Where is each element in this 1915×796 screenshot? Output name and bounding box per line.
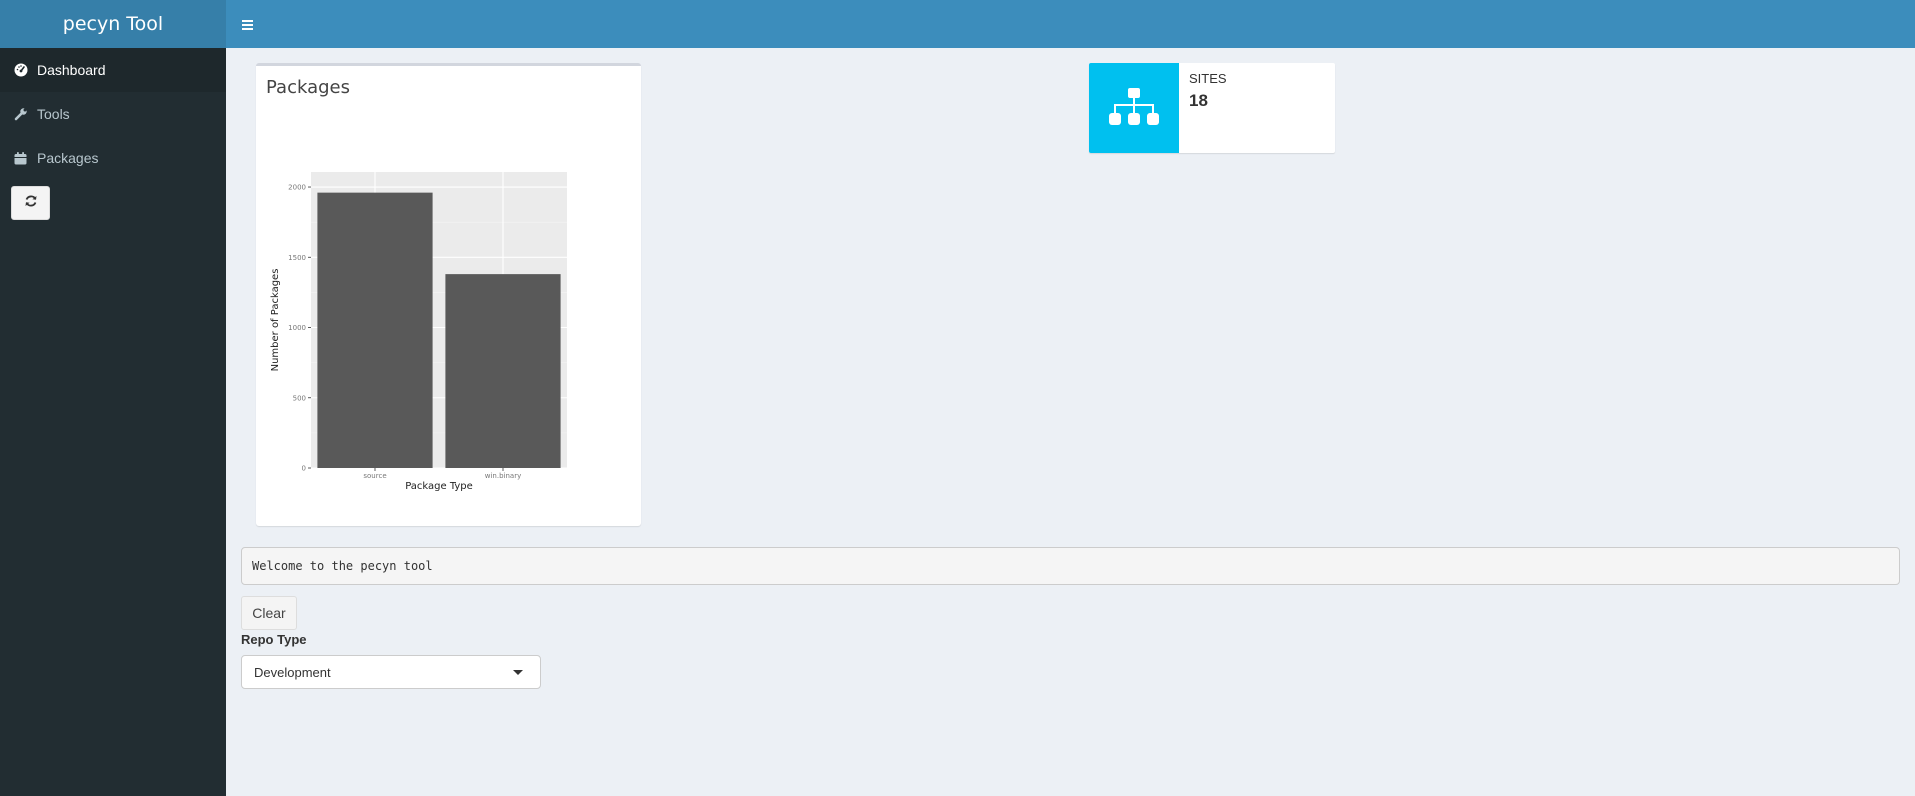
sites-count: 18 <box>1189 91 1208 110</box>
chart-bar <box>445 274 561 468</box>
packages-box-title: Packages <box>266 77 350 98</box>
y-tick-label: 500 <box>293 394 306 402</box>
chevron-down-icon <box>513 670 523 675</box>
y-tick-label: 2000 <box>288 184 306 192</box>
sidebar-item-dashboard[interactable]: Dashboard <box>0 48 226 92</box>
sidebar-item-packages[interactable]: Packages <box>0 136 226 180</box>
x-axis-label: Package Type <box>405 481 473 492</box>
sidebar-toggle-button[interactable] <box>226 0 268 48</box>
sites-info-box: SITES 18 <box>1089 63 1335 153</box>
packages-box: Packages 0 500 1000 1500 2000 source win.binar… <box>256 63 641 526</box>
top-navbar <box>226 0 1915 48</box>
calendar-icon <box>0 151 37 165</box>
sidebar-item-label: Tools <box>37 106 70 122</box>
clear-button[interactable]: Clear <box>241 596 297 630</box>
sidebar-item-tools[interactable]: Tools <box>0 92 226 136</box>
sidebar-item-label: Packages <box>37 150 99 166</box>
refresh-icon <box>24 194 38 213</box>
hamburger-icon <box>241 19 253 30</box>
sites-label: SITES <box>1189 71 1227 86</box>
y-axis-label: Number of Packages <box>270 269 281 372</box>
y-tick-label: 1000 <box>288 324 306 332</box>
y-tick-label: 1500 <box>288 254 306 262</box>
repo-type-select[interactable]: Development <box>241 655 541 689</box>
sidebar-item-label: Dashboard <box>37 62 106 78</box>
dashboard-icon <box>0 63 37 77</box>
app-logo[interactable]: pecyn Tool <box>0 0 226 48</box>
repo-type-selected: Development <box>254 664 331 680</box>
app-title: pecyn Tool <box>62 13 164 35</box>
wrench-icon <box>0 107 37 121</box>
chart-bar <box>317 192 433 468</box>
sidebar: Dashboard Tools Packages <box>0 48 226 796</box>
refresh-button[interactable] <box>11 186 50 220</box>
y-tick-label: 0 <box>302 465 306 473</box>
console-output: Welcome to the pecyn tool <box>241 547 1900 585</box>
x-tick-label: source <box>363 472 386 480</box>
x-tick-label: win.binary <box>485 472 521 480</box>
packages-bar-chart: 0 500 1000 1500 2000 source win.binary Package … <box>270 172 567 492</box>
repo-type-label: Repo Type <box>241 632 307 647</box>
sitemap-icon <box>1089 63 1179 153</box>
